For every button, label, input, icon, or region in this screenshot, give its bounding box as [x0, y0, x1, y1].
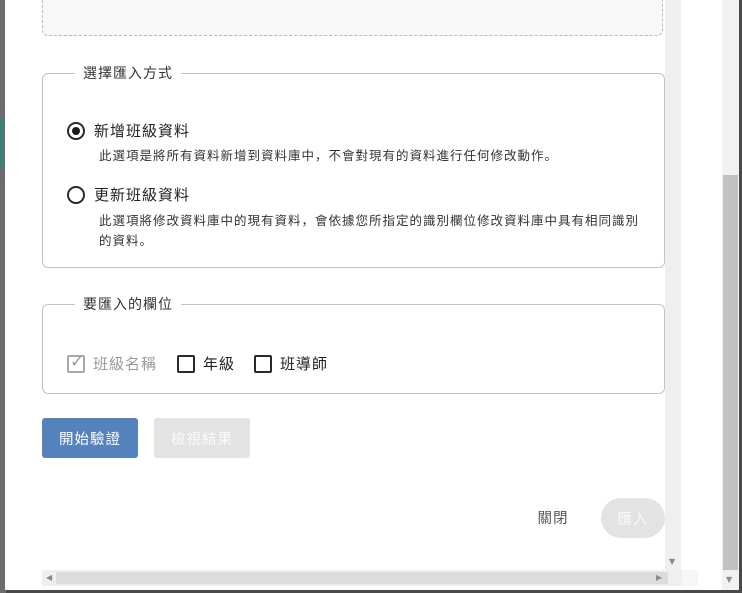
radio-add-label: 新增班級資料 [94, 122, 191, 140]
checkbox-teacher-label: 班導師 [280, 355, 329, 373]
radio-button-checked[interactable] [67, 121, 85, 140]
scroll-right-arrow-icon[interactable]: ▶ [656, 570, 662, 586]
file-drop-zone[interactable] [42, 0, 663, 36]
import-fields-legend: 要匯入的欄位 [83, 297, 173, 313]
scroll-down-arrow-icon[interactable]: ▼ [669, 554, 675, 570]
backdrop-accent [0, 118, 4, 168]
scroll-left-arrow-icon[interactable]: ◀ [46, 570, 52, 586]
checkmark-icon: ✓ [70, 351, 85, 372]
import-fields-group: 要匯入的欄位 ✓ 班級名稱 年級 班導師 [42, 294, 665, 394]
checkbox-box-disabled: ✓ [67, 351, 85, 373]
checkbox-grade-label: 年級 [203, 355, 236, 373]
radio-update-description: 此選項將修改資料庫中的現有資料，會依據您所指定的識別欄位修改資料庫中具有相同識別… [99, 213, 640, 248]
view-results-button: 檢視結果 [154, 418, 250, 458]
checkbox-homeroom-teacher[interactable]: 班導師 [254, 353, 328, 374]
scroll-down-arrow-icon[interactable]: ▼ [726, 572, 732, 588]
horizontal-scrollbar[interactable]: ◀ ▶ [42, 570, 682, 586]
checkbox-box[interactable] [254, 354, 272, 373]
radio-update-class-data[interactable]: 更新班級資料 [67, 184, 190, 205]
checkbox-box[interactable] [177, 354, 195, 373]
checkbox-class-name-label: 班級名稱 [93, 355, 158, 373]
checkbox-class-name: ✓ 班級名稱 [67, 351, 158, 374]
dialog-vertical-scrollbar[interactable]: ▼ [722, 0, 739, 590]
import-button: 匯入 [601, 498, 665, 538]
import-mode-legend: 選擇匯入方式 [83, 66, 173, 82]
checkbox-grade[interactable]: 年級 [177, 353, 235, 374]
radio-add-class-data[interactable]: 新增班級資料 [67, 120, 190, 141]
import-mode-group: 選擇匯入方式 新增班級資料 此選項是將所有資料新增到資料庫中，不會對現有的資料進… [42, 63, 665, 268]
dialog-content: 選擇匯入方式 新增班級資料 此選項是將所有資料新增到資料庫中，不會對現有的資料進… [5, 0, 682, 570]
dialog-scrollbar-thumb[interactable] [723, 175, 738, 570]
start-validation-button[interactable]: 開始驗證 [42, 418, 138, 458]
import-dialog: 選擇匯入方式 新增班級資料 此選項是將所有資料新增到資料庫中，不會對現有的資料進… [5, 0, 739, 590]
radio-button-unchecked[interactable] [67, 185, 85, 204]
close-button[interactable]: 關閉 [525, 500, 581, 534]
scrollbar-corner [682, 570, 698, 586]
horizontal-scrollbar-thumb[interactable] [56, 572, 668, 584]
content-vertical-scrollbar[interactable]: ▼ [665, 0, 681, 570]
radio-add-description: 此選項是將所有資料新增到資料庫中，不會對現有的資料進行任何修改動作。 [99, 148, 559, 163]
radio-update-label: 更新班級資料 [94, 186, 191, 204]
